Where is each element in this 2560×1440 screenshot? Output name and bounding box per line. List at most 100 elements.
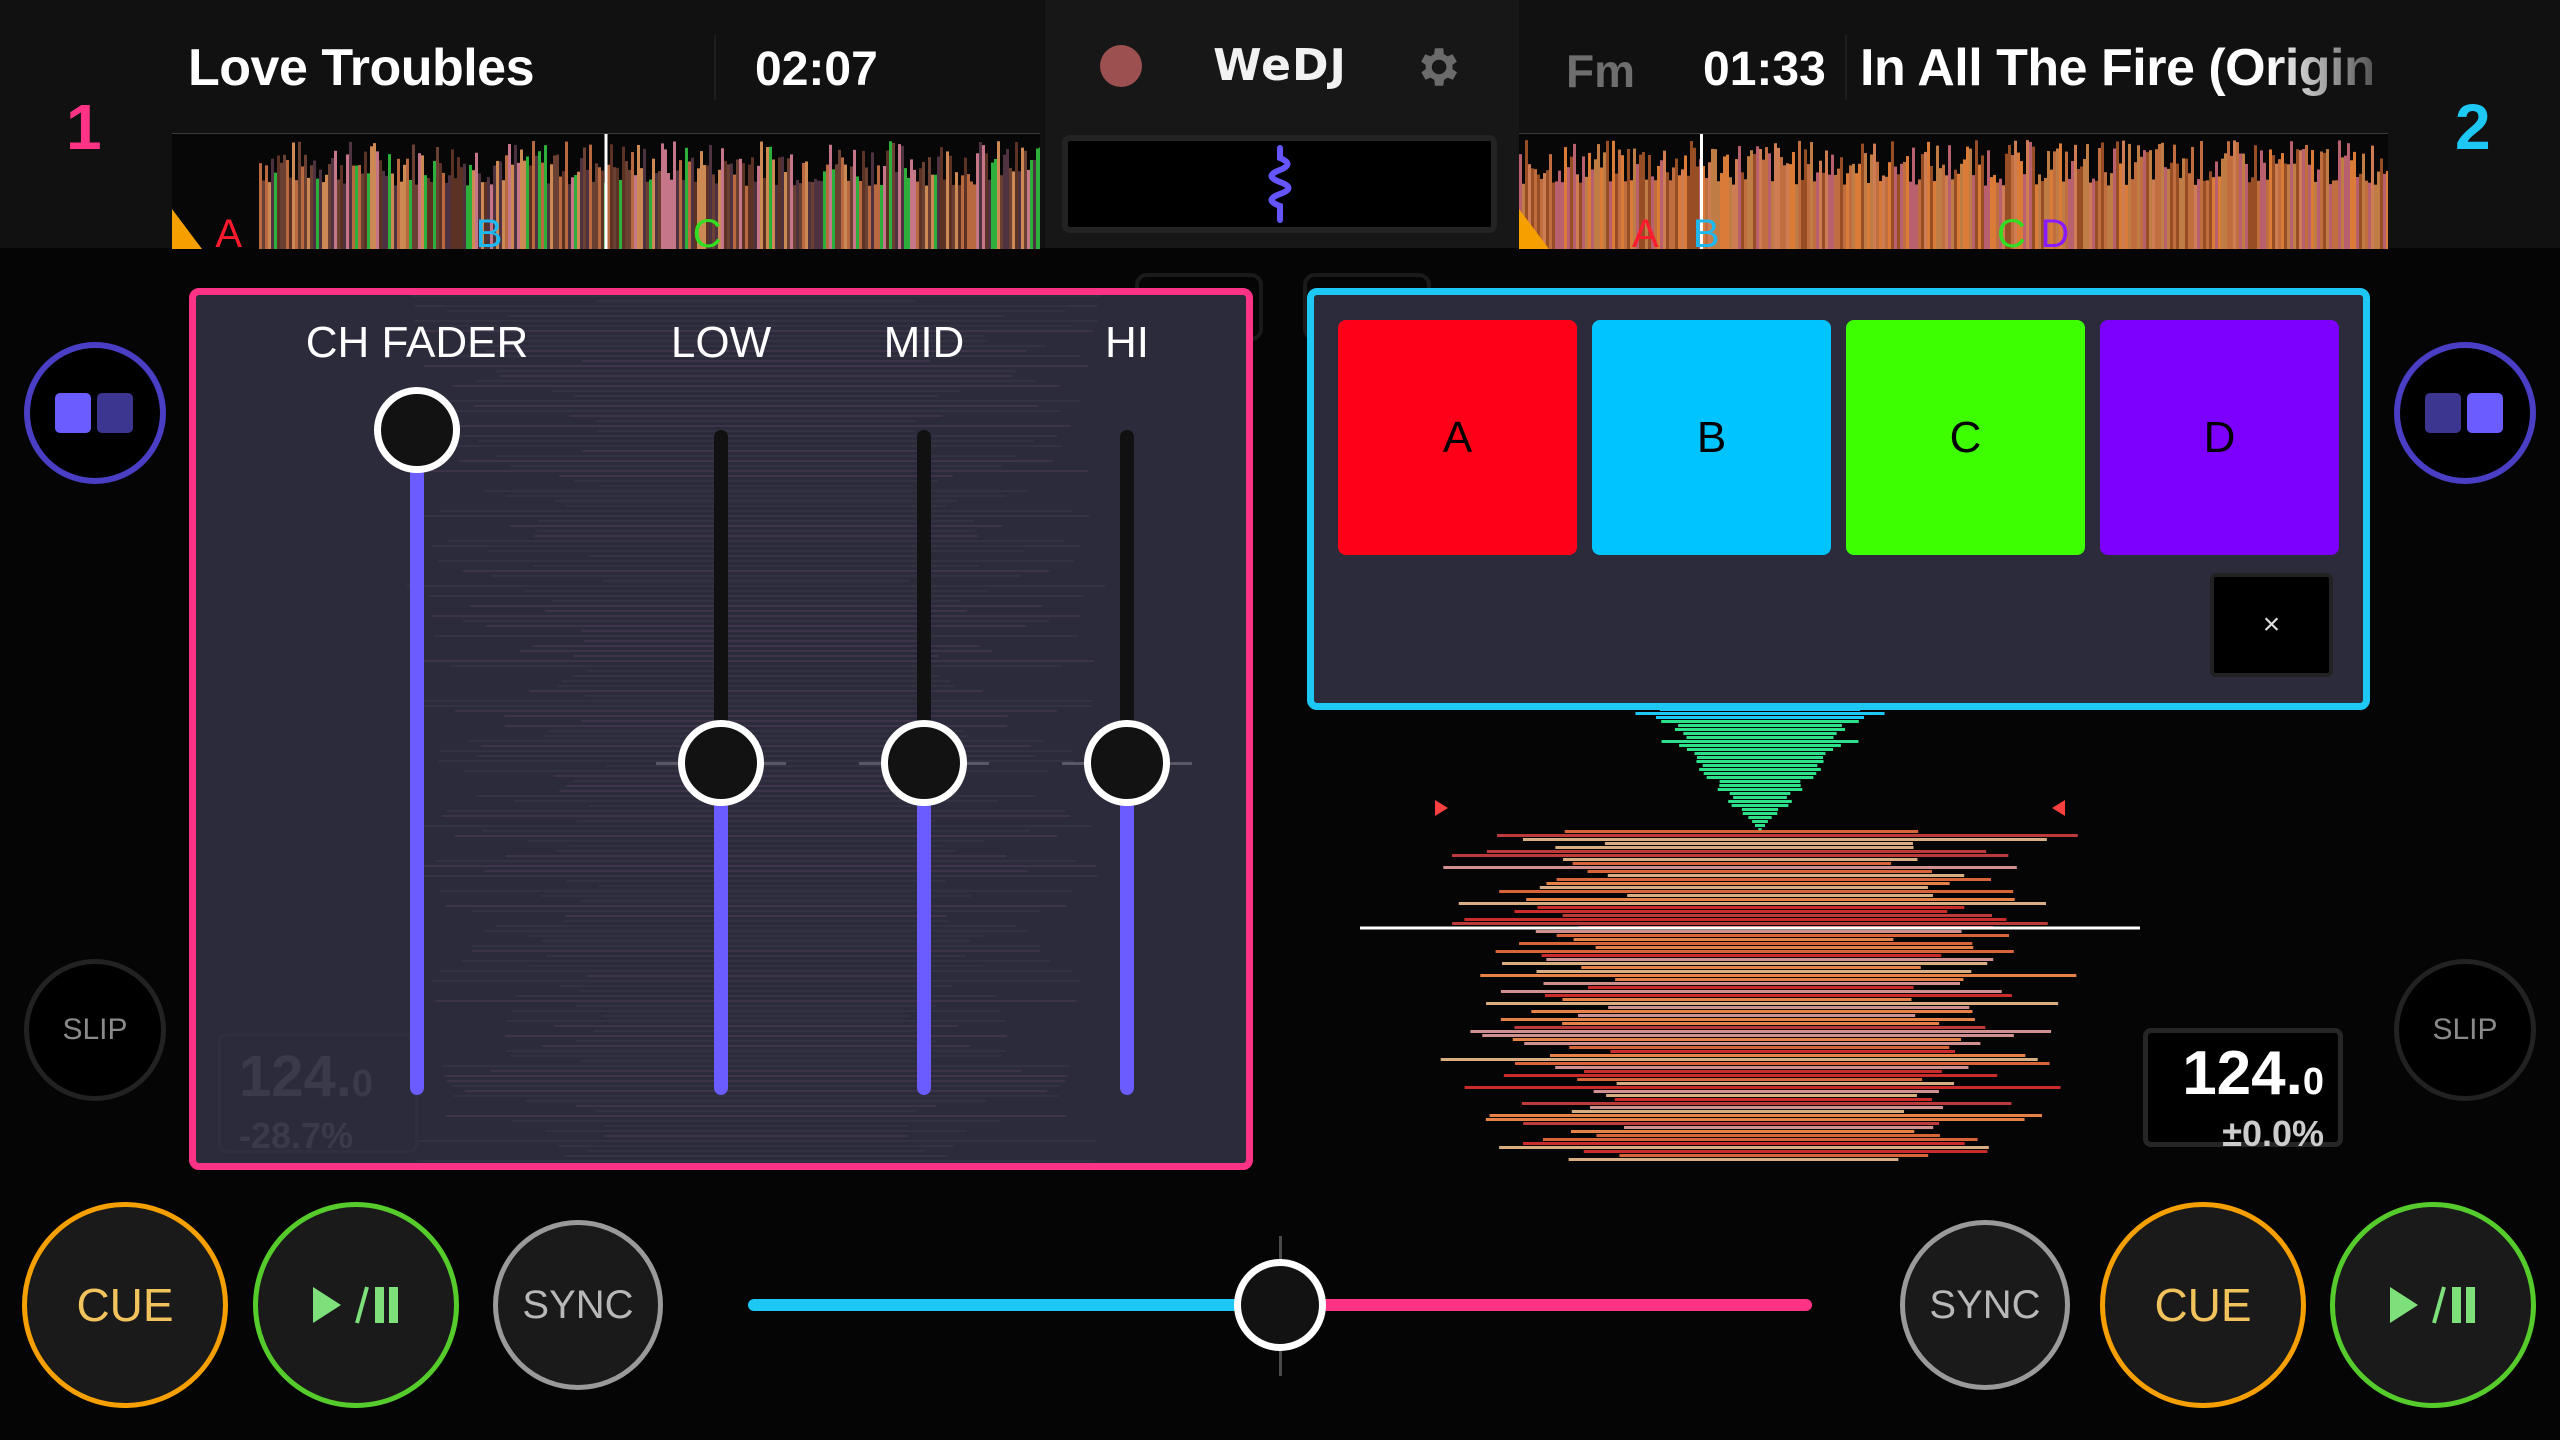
waveform-view-toggle[interactable] (1062, 135, 1497, 233)
waveform-bar (463, 163, 466, 249)
waveform-bar (844, 164, 847, 249)
waveform-bar (1033, 159, 1036, 249)
ghost-waveform-line (464, 1090, 1048, 1092)
waveform-bar (2086, 144, 2089, 249)
waveform-line (1694, 752, 1826, 755)
deck-1-sync-button[interactable]: SYNC (493, 1220, 663, 1390)
waveform-bar (1804, 149, 1807, 249)
waveform-bar (409, 179, 412, 249)
waveform-bar (304, 154, 307, 249)
waveform-bar (565, 141, 568, 249)
crossfader-knob[interactable] (1234, 1259, 1326, 1351)
ghost-waveform-line (481, 830, 1031, 832)
hi-knob[interactable] (1084, 719, 1170, 806)
ghost-waveform-line (484, 930, 1028, 932)
waveform-bar (301, 166, 304, 249)
settings-gear-icon[interactable] (1412, 42, 1462, 92)
hot-cue-pad-c[interactable]: C (1846, 320, 2085, 555)
waveform-line (1550, 1054, 2026, 1057)
waveform-bar (265, 165, 268, 249)
deck-2-cue-button[interactable]: CUE (2100, 1202, 2306, 1408)
low-knob[interactable] (678, 719, 764, 806)
ghost-waveform-line (596, 420, 916, 422)
waveform-bar (964, 157, 967, 249)
waveform-line (1748, 816, 1772, 819)
ghost-waveform-line (585, 695, 927, 697)
deck-2-sync-button[interactable]: SYNC (1900, 1220, 2070, 1390)
waveform-bar (667, 173, 670, 249)
crossfader-track-right[interactable] (1280, 1299, 1812, 1311)
waveform-line (1499, 890, 2014, 893)
deck-2-slip-button[interactable]: SLIP (2394, 959, 2536, 1101)
waveform-bar (922, 161, 925, 249)
waveform-line (1500, 990, 2002, 993)
waveform-bar (1924, 151, 1927, 249)
deck-2-scrolling-waveform[interactable] (1360, 700, 2160, 1170)
waveform-line (1555, 1066, 1969, 1069)
ch-fader-knob[interactable] (374, 387, 460, 473)
ghost-waveform-line (422, 515, 1090, 517)
deck-1-slip-button[interactable]: SLIP (24, 959, 166, 1101)
deck-2-play-pause-button[interactable] (2330, 1202, 2536, 1408)
waveform-bar (835, 164, 838, 249)
record-button[interactable] (1100, 45, 1142, 87)
waveform-bar (2182, 158, 2185, 249)
crossfader-track-left[interactable] (748, 1299, 1280, 1311)
waveform-bar (2035, 184, 2038, 249)
close-hot-cue-button[interactable]: × (2210, 573, 2333, 677)
deck-2-bpm: 124. (2182, 1039, 2303, 1108)
waveform-bar (1624, 181, 1627, 249)
waveform-bar (2269, 149, 2272, 249)
waveform-line (1742, 812, 1778, 815)
waveform-bar (1951, 179, 1954, 249)
ghost-waveform-line (525, 1100, 987, 1102)
waveform-bar (1927, 141, 1930, 249)
waveform-bar (376, 151, 379, 249)
deck-2-panel-switch-button[interactable] (2394, 342, 2536, 484)
deck-2-track-title[interactable]: In All The Fire (Origin (1860, 38, 2372, 98)
waveform-bar (1783, 165, 1786, 249)
waveform-bar (574, 175, 577, 249)
waveform-line (1568, 1158, 1899, 1161)
waveform-bar (2365, 180, 2368, 249)
waveform-bar (1666, 172, 1669, 249)
ghost-waveform-line (586, 975, 926, 977)
ghost-waveform-line (442, 1065, 1070, 1067)
waveform-bar (1615, 173, 1618, 249)
waveform-bar (2257, 180, 2260, 249)
deck-2-bpm-display[interactable]: 124.0 ±0.0% (2143, 1028, 2343, 1154)
deck-1-cue-button[interactable]: CUE (22, 1202, 228, 1408)
ghost-waveform-line (576, 1105, 936, 1107)
mid-knob[interactable] (881, 719, 967, 806)
deck-1-panel-switch-button[interactable] (24, 342, 166, 484)
hot-cue-marker: B (476, 212, 503, 249)
deck-2-overview-waveform[interactable]: AB CD (1519, 133, 2388, 249)
ghost-waveform-line (545, 1130, 967, 1132)
deck-1-overview-waveform[interactable]: A B C (172, 133, 1040, 249)
hot-cue-marker: C (693, 212, 722, 249)
waveform-bar (2152, 179, 2155, 249)
ghost-waveform-line (597, 430, 915, 432)
waveform-bar (2098, 148, 2101, 249)
ghost-waveform-line (557, 685, 955, 687)
mid-level-fill (917, 762, 931, 1095)
hot-cue-pad-d[interactable]: D (2100, 320, 2339, 555)
waveform-bar (688, 161, 691, 249)
waveform-bar (523, 160, 526, 249)
ghost-waveform-line (598, 885, 914, 887)
waveform-bar (2032, 146, 2035, 249)
waveform-bar (388, 154, 391, 249)
deck-1-play-pause-button[interactable] (253, 1202, 459, 1408)
ghost-waveform-line (434, 860, 1078, 862)
deck-1-track-title[interactable]: Love Troubles (188, 38, 535, 98)
waveform-line (1443, 866, 2017, 869)
hot-cue-pad-a[interactable]: A (1338, 320, 1577, 555)
waveform-bar (2164, 167, 2167, 249)
waveform-bar (2329, 184, 2332, 249)
waveform-line (1583, 1070, 1942, 1073)
waveform-bar (754, 181, 757, 249)
hot-cue-pad-b[interactable]: B (1592, 320, 1831, 555)
waveform-bar (1744, 179, 1747, 249)
ghost-waveform-line (576, 820, 936, 822)
waveform-bar (316, 178, 319, 249)
